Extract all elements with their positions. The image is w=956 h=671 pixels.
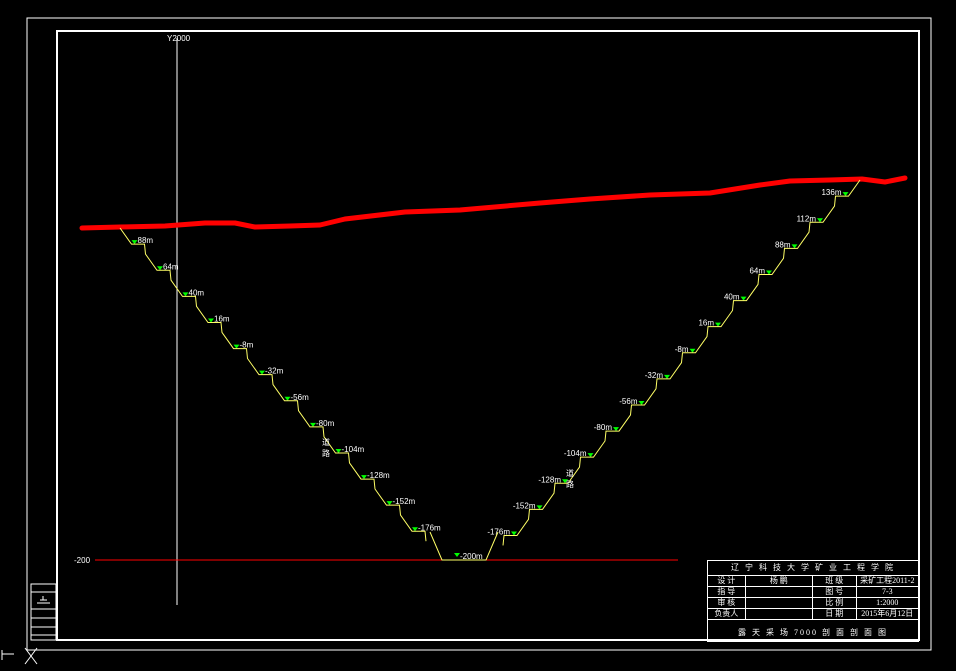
y-axis-label: Y2000 [167, 34, 191, 43]
title-block-drawing-title: 露 天 采 场 7000 剖 面 剖 面 图 [738, 628, 888, 637]
cell-value: 采矿工程2011-2 [860, 576, 915, 585]
right-pit-wall: 136m112m88m64m40m16m-8m-32m-56m-80m-104m… [487, 179, 861, 546]
title-block-row: 设 计 杨 鹏 班 级 采矿工程2011-2 [708, 576, 918, 587]
title-block-row: 负责人 日 期 2015年6月12日 [708, 609, 918, 620]
bench-marker-icon [536, 505, 543, 510]
title-block-row: 审 核 比 例 1:2000 [708, 598, 918, 609]
bench-marker-icon [613, 427, 619, 432]
title-block-row: 指 导 图 号 7-3 [708, 587, 918, 598]
bench-marker-icon [587, 453, 594, 458]
bench-label-right-line [502, 179, 861, 546]
svg-text:道: 道 [322, 437, 330, 447]
cell-label: 指 导 [708, 587, 746, 597]
cell-value: 2015年6月12日 [861, 609, 914, 618]
bench-marker-icon [766, 270, 772, 275]
svg-text:路: 路 [566, 479, 574, 489]
cell-label: 设 计 [708, 576, 746, 586]
cell-value: 7-3 [881, 587, 893, 596]
baseline-label: -200 [74, 556, 91, 565]
svg-text:路: 路 [322, 448, 330, 458]
cell-value [746, 587, 813, 597]
cell-value [746, 598, 813, 608]
cell-value: 杨 鹏 [746, 576, 813, 586]
bench-marker-icon [511, 531, 517, 536]
bench-marker-icon [664, 374, 670, 379]
bench-marker-icon [791, 244, 798, 249]
layer-icon [37, 596, 50, 604]
svg-text:道: 道 [566, 468, 574, 478]
bench-label-bottom: -200m [460, 552, 483, 561]
bench-marker-icon [842, 192, 849, 197]
bench-marker-icon [740, 296, 747, 301]
bench-marker-icon [638, 400, 645, 405]
title-block: 辽 宁 科 技 大 学 矿 业 工 程 学 院 设 计 杨 鹏 班 级 采矿工程… [707, 560, 919, 642]
cell-label: 负责人 [708, 609, 746, 619]
cell-label: 日 期 [813, 609, 857, 619]
cell-label: 比 例 [813, 598, 857, 608]
cell-value: 1:2000 [876, 598, 899, 607]
inner-frame [56, 30, 920, 641]
left-pit-wall: 88m64m40m16m-8m-32m-56m-80m-104m-128m-15… [119, 227, 441, 542]
terrain-surface-line [79, 175, 908, 231]
cell-label: 图 号 [813, 587, 857, 597]
bench-label-left-line [119, 227, 427, 542]
title-block-school: 辽 宁 科 技 大 学 矿 业 工 程 学 院 [708, 561, 918, 576]
bench-marker-icon [817, 218, 823, 223]
road-label-left: 道 路 [322, 437, 330, 458]
bench-marker-icon [715, 322, 721, 327]
road-label-right: 道 路 [566, 468, 574, 489]
bench-marker-icon [689, 348, 696, 353]
cell-value [746, 609, 813, 619]
layer-legend [30, 583, 57, 641]
cell-label: 班 级 [813, 576, 857, 586]
cell-label: 审 核 [708, 598, 746, 608]
